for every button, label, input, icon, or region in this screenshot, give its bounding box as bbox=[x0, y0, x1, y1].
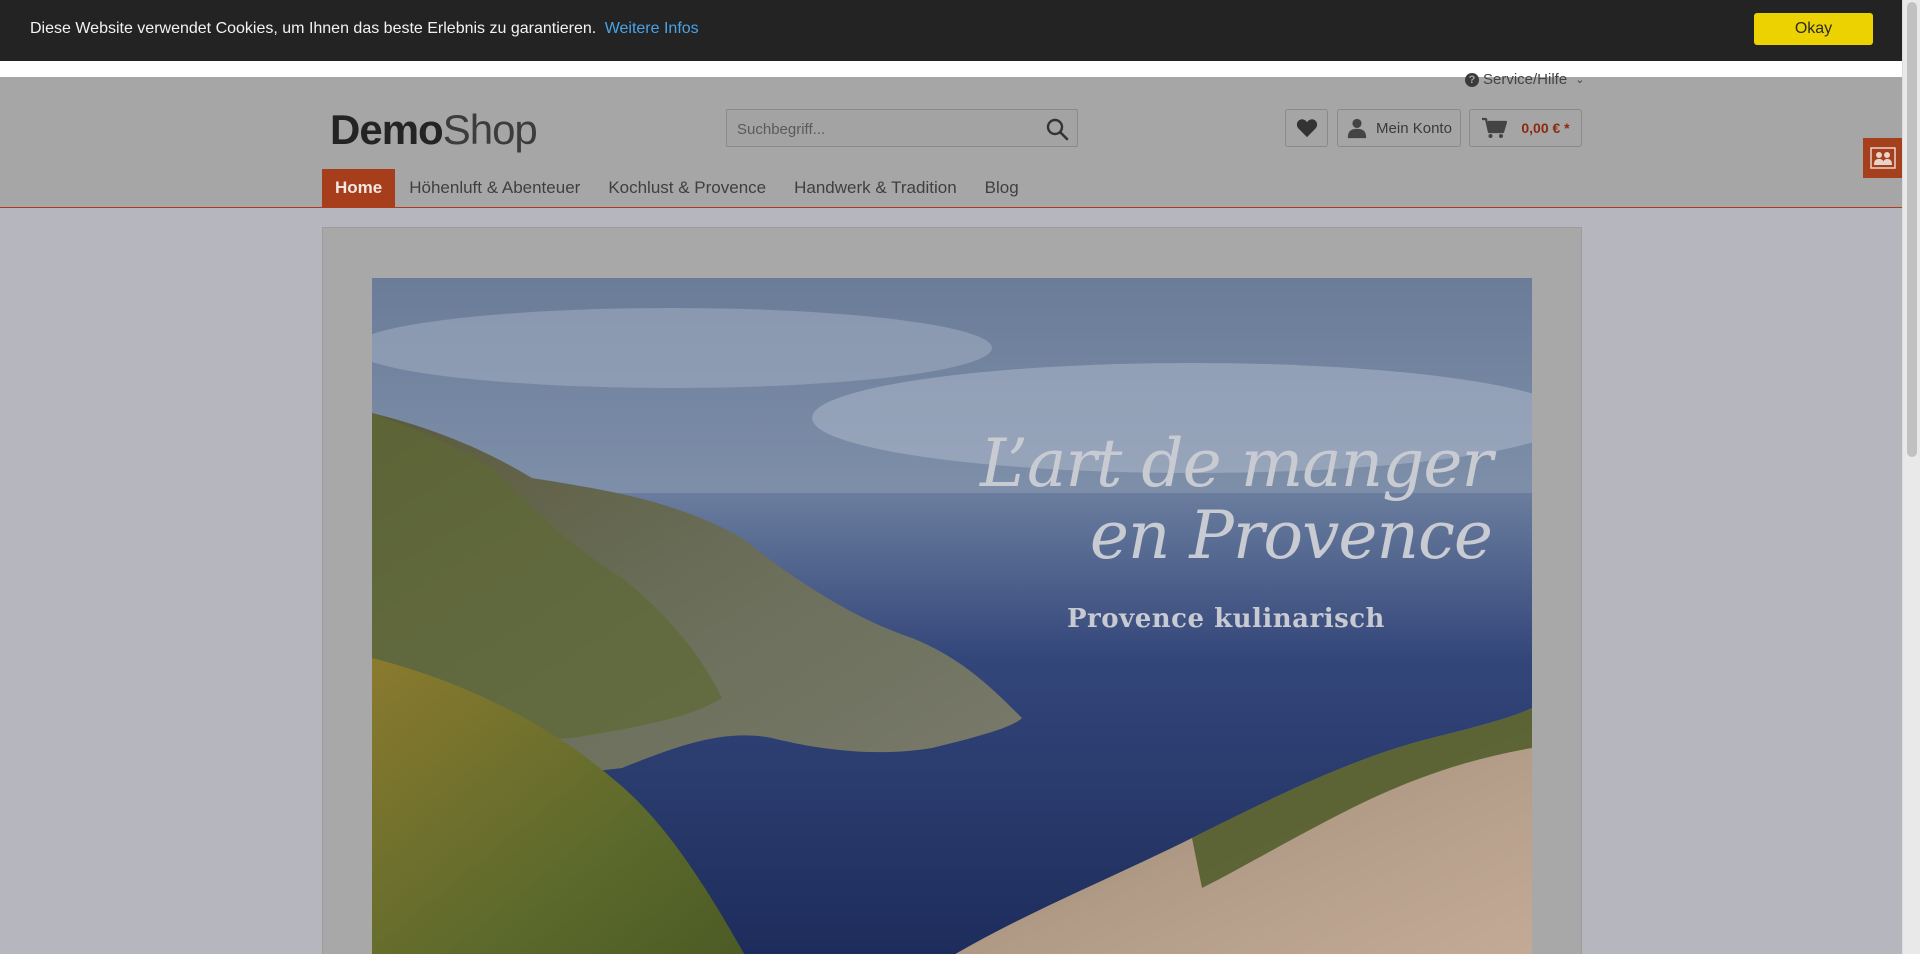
user-icon bbox=[1347, 118, 1367, 139]
my-account-button[interactable]: Mein Konto bbox=[1337, 109, 1461, 147]
service-help-menu[interactable]: ? Service/Hilfe ⌄ bbox=[1465, 71, 1584, 88]
banner-subtitle: Provence kulinarisch bbox=[1067, 604, 1385, 634]
chevron-down-icon: ⌄ bbox=[1575, 74, 1585, 86]
cart-amount: 0,00 € * bbox=[1521, 120, 1570, 136]
logo-shop-text: Shop bbox=[442, 106, 538, 153]
nav-item-kochlust-provence[interactable]: Kochlust & Provence bbox=[594, 169, 780, 207]
vertical-scrollbar[interactable] bbox=[1902, 0, 1920, 954]
cookie-message: Diese Website verwendet Cookies, um Ihne… bbox=[30, 20, 597, 37]
heart-icon bbox=[1296, 119, 1317, 138]
logo-demo-text: Demo bbox=[330, 106, 444, 153]
banner-title: L’art de manger en Provence bbox=[952, 425, 1493, 574]
page: ? Service/Hilfe ⌄ DemoShop Mein Konto bbox=[0, 0, 1920, 954]
banner-title-line1: L’art de manger bbox=[980, 425, 1493, 502]
cart-icon bbox=[1482, 117, 1508, 138]
service-help-label: Service/Hilfe bbox=[1483, 71, 1568, 88]
nav-item-handwerk-tradition[interactable]: Handwerk & Tradition bbox=[780, 169, 971, 207]
nav-item-blog[interactable]: Blog bbox=[971, 169, 1033, 207]
nav-item-home[interactable]: Home bbox=[322, 169, 396, 207]
my-account-label: Mein Konto bbox=[1376, 119, 1452, 137]
cart-button[interactable]: 0,00 € * bbox=[1469, 109, 1582, 147]
help-icon: ? bbox=[1465, 72, 1479, 87]
top-strip bbox=[0, 61, 1902, 77]
cookie-message-container: Diese Website verwendet Cookies, um Ihne… bbox=[30, 20, 699, 38]
side-tab-button[interactable] bbox=[1863, 138, 1903, 178]
cookie-bar: Diese Website verwendet Cookies, um Ihne… bbox=[0, 0, 1902, 61]
search-input[interactable] bbox=[735, 110, 1039, 148]
cookie-okay-button[interactable]: Okay bbox=[1754, 13, 1873, 45]
cookie-more-info-link[interactable]: Weitere Infos bbox=[605, 20, 699, 37]
wishlist-button[interactable] bbox=[1285, 109, 1328, 147]
logo[interactable]: DemoShop bbox=[330, 106, 538, 154]
banner-title-line2: en Provence bbox=[1089, 497, 1493, 574]
users-icon bbox=[1870, 147, 1896, 169]
scrollbar-thumb[interactable] bbox=[1907, 2, 1917, 457]
nav-item-hoehenluft-abenteuer[interactable]: Höhenluft & Abenteuer bbox=[395, 169, 594, 207]
search-icon[interactable] bbox=[1045, 117, 1069, 141]
main-navigation: Home Höhenluft & Abenteuer Kochlust & Pr… bbox=[322, 169, 1033, 207]
hero-banner[interactable]: L’art de manger en Provence Provence kul… bbox=[372, 278, 1532, 954]
search-box bbox=[726, 109, 1078, 148]
